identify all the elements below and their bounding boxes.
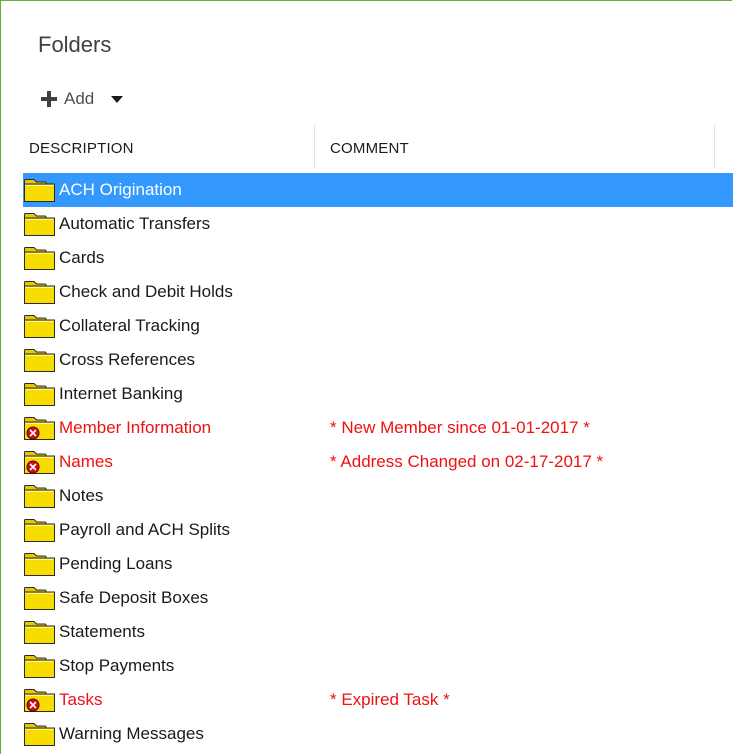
folder-icon	[24, 485, 55, 508]
toolbar: Add	[37, 86, 124, 112]
folder-icon	[24, 247, 55, 270]
folder-comment: * New Member since 01-01-2017 *	[330, 418, 590, 437]
folder-icon	[24, 553, 55, 576]
folder-icon	[24, 655, 55, 678]
folder-comment: * Address Changed on 02-17-2017 *	[330, 452, 604, 471]
folder-icon	[24, 587, 55, 610]
add-button[interactable]: Add	[37, 87, 94, 111]
folder-alert-icon	[24, 689, 55, 712]
folder-row[interactable]: Safe Deposit Boxes	[23, 581, 733, 615]
folder-row[interactable]: Collateral Tracking	[23, 309, 733, 343]
folder-row[interactable]: Internet Banking	[23, 377, 733, 411]
folder-row[interactable]: Automatic Transfers	[23, 207, 733, 241]
folder-row[interactable]: Check and Debit Holds	[23, 275, 733, 309]
column-header-row: DESCRIPTION COMMENT	[23, 125, 733, 169]
folder-row[interactable]: Payroll and ACH Splits	[23, 513, 733, 547]
folder-icon	[24, 315, 55, 338]
folder-description: Automatic Transfers	[59, 214, 211, 233]
folder-row[interactable]: Names * Address Changed on 02-17-2017 *	[23, 445, 733, 479]
folder-row[interactable]: Stop Payments	[23, 649, 733, 683]
column-header-description[interactable]: DESCRIPTION	[29, 125, 134, 169]
folder-row[interactable]: Warning Messages	[23, 717, 733, 751]
folder-row[interactable]: Pending Loans	[23, 547, 733, 581]
caret-down-icon[interactable]	[110, 87, 124, 111]
folder-row[interactable]: ACH Origination	[23, 173, 733, 207]
folder-icon	[24, 349, 55, 372]
folder-description: ACH Origination	[59, 180, 182, 199]
folder-description: Payroll and ACH Splits	[59, 520, 231, 539]
folder-description: Names	[59, 452, 113, 471]
plus-icon	[41, 91, 57, 107]
folder-icon	[24, 281, 55, 304]
folder-row[interactable]: Statements	[23, 615, 733, 649]
folder-description: Internet Banking	[59, 384, 183, 403]
column-divider[interactable]	[714, 125, 715, 169]
folder-description: Notes	[59, 486, 104, 505]
folder-description: Stop Payments	[59, 656, 175, 675]
folders-panel: Folders Add DESCRIPTION COMMENT ACH Orig…	[0, 0, 733, 754]
folder-list: ACH Origination Automatic Transfers Cards C…	[23, 173, 733, 751]
folder-row[interactable]: Member Information * New Member since 01-…	[23, 411, 733, 445]
folder-row[interactable]: Notes	[23, 479, 733, 513]
folder-description: Tasks	[59, 690, 103, 709]
folder-row[interactable]: Tasks * Expired Task *	[23, 683, 733, 717]
panel-title: Folders	[38, 32, 112, 57]
folder-comment: * Expired Task *	[330, 690, 450, 709]
folder-alert-icon	[24, 451, 55, 474]
folder-description: Check and Debit Holds	[59, 282, 233, 301]
folder-row[interactable]: Cards	[23, 241, 733, 275]
folder-description: Collateral Tracking	[59, 316, 200, 335]
folder-icon	[24, 213, 55, 236]
folder-description: Statements	[59, 622, 145, 641]
folder-alert-icon	[24, 417, 55, 440]
folder-description: Member Information	[59, 418, 212, 437]
folder-icon	[24, 723, 55, 746]
add-button-label: Add	[64, 89, 95, 108]
folder-description: Warning Messages	[59, 724, 204, 743]
folder-description: Cards	[59, 248, 105, 267]
column-header-comment[interactable]: COMMENT	[330, 125, 409, 169]
folder-description: Cross References	[59, 350, 196, 369]
folder-description: Pending Loans	[59, 554, 173, 573]
folder-icon	[24, 519, 55, 542]
folder-icon	[24, 179, 55, 202]
folder-description: Safe Deposit Boxes	[59, 588, 209, 607]
folder-row[interactable]: Cross References	[23, 343, 733, 377]
folder-icon	[24, 383, 55, 406]
column-divider[interactable]	[314, 125, 315, 169]
folder-icon	[24, 621, 55, 644]
